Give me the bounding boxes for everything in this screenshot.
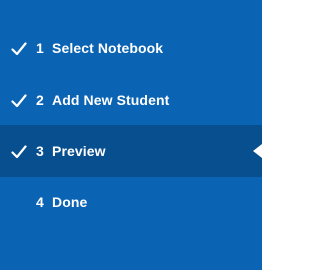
- wizard-step-preview[interactable]: 3 Preview: [0, 125, 262, 177]
- checkmark-icon: [11, 145, 27, 159]
- step-label: Preview: [52, 143, 106, 159]
- step-label: Done: [52, 194, 88, 210]
- active-step-pointer-icon: [253, 144, 262, 158]
- step-number: 1: [36, 40, 44, 56]
- wizard-step-add-new-student[interactable]: 2 Add New Student: [0, 74, 262, 126]
- wizard-step-done[interactable]: 4 Done: [0, 176, 262, 228]
- step-label: Select Notebook: [52, 40, 164, 56]
- step-label: Add New Student: [52, 92, 170, 108]
- checkmark-icon: [11, 42, 27, 56]
- wizard-steps-panel: 1 Select Notebook 2 Add New Student 3 Pr…: [0, 0, 262, 270]
- checkmark-icon: [11, 94, 27, 108]
- step-number: 2: [36, 92, 44, 108]
- step-number: 4: [36, 194, 44, 210]
- step-number: 3: [36, 143, 44, 159]
- wizard-step-select-notebook[interactable]: 1 Select Notebook: [0, 22, 262, 74]
